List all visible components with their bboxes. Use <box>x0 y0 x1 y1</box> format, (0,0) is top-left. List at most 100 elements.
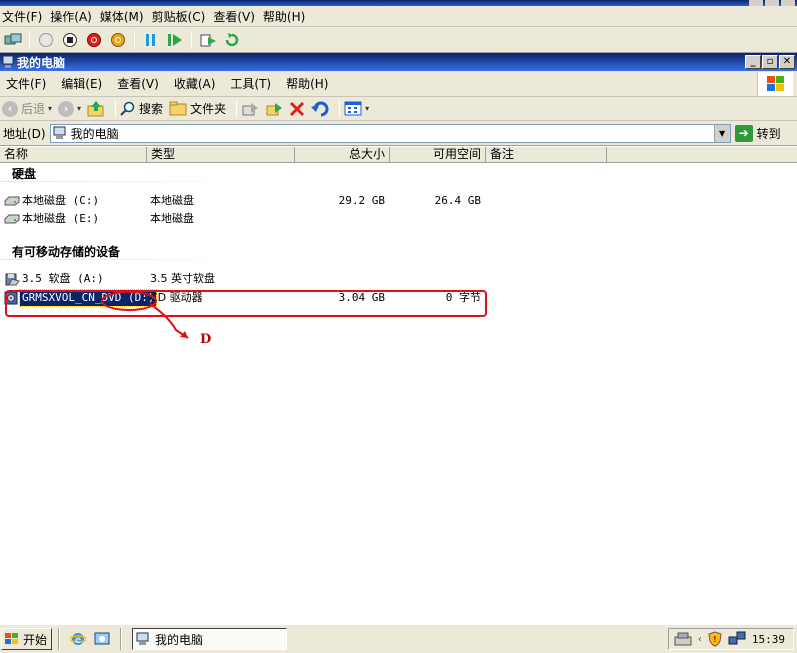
list-item[interactable]: 本地磁盘 (E:) 本地磁盘 <box>0 211 797 227</box>
hard-disk-icon <box>4 196 20 206</box>
move-to-button[interactable] <box>241 101 259 117</box>
drive-type: 本地磁盘 <box>150 212 194 225</box>
drive-name: 本地磁盘 (C:) <box>22 194 100 207</box>
host-menu-action[interactable]: 操作(A) <box>47 8 97 25</box>
up-folder-button[interactable] <box>87 100 105 117</box>
toolbar-separator <box>115 99 117 118</box>
address-input[interactable]: 我的电脑 ▼ <box>49 123 731 143</box>
annotation-label: D <box>200 332 212 347</box>
minimize-button[interactable]: _ <box>745 55 761 69</box>
search-label: 搜索 <box>139 102 164 116</box>
security-shield-icon[interactable]: ! <box>708 631 722 647</box>
close-button[interactable]: ✕ <box>779 55 795 69</box>
shutdown-icon[interactable] <box>84 30 104 50</box>
column-name[interactable]: 名称 <box>0 147 147 162</box>
views-icon <box>344 101 362 116</box>
column-free-space[interactable]: 可用空间 <box>390 147 486 162</box>
group-removable-storage: 有可移动存储的设备 <box>12 245 121 259</box>
toolbar-separator <box>236 99 238 118</box>
windows-logo-icon <box>757 72 793 96</box>
menu-tools[interactable]: 工具(T) <box>224 75 280 92</box>
my-computer-icon <box>136 632 149 645</box>
menu-help[interactable]: 帮助(H) <box>280 75 337 92</box>
folders-button[interactable]: 文件夹 <box>169 100 226 117</box>
host-menu-clipboard[interactable]: 剪贴板(C) <box>149 8 211 25</box>
keyboard-icon[interactable] <box>674 632 692 646</box>
menu-edit[interactable]: 编辑(E) <box>55 75 111 92</box>
drive-name: 3.5 软盘 (A:) <box>22 272 104 285</box>
column-total-size[interactable]: 总大小 <box>295 147 390 162</box>
toolbar-separator <box>339 99 341 118</box>
chevron-down-icon[interactable]: ▼ <box>713 124 730 142</box>
resume-icon[interactable] <box>165 30 185 50</box>
svg-text:e: e <box>75 635 81 646</box>
menu-view[interactable]: 查看(V) <box>111 75 168 92</box>
drive-free-space: 26.4 GB <box>434 194 481 207</box>
copy-to-icon <box>266 102 283 115</box>
delete-icon <box>290 101 305 116</box>
chevron-down-icon[interactable]: ▾ <box>48 104 52 113</box>
start-label: 开始 <box>23 632 48 647</box>
toolbar-separator <box>191 30 192 49</box>
views-button[interactable]: ▾ <box>344 101 369 116</box>
my-computer-icon <box>2 55 14 68</box>
menu-favorites[interactable]: 收藏(A) <box>168 75 225 92</box>
restore-button[interactable]: ▫ <box>762 55 778 69</box>
network-icon[interactable] <box>728 631 746 647</box>
svg-text:!: ! <box>713 635 717 644</box>
start-button[interactable]: 开始 <box>1 628 53 650</box>
address-label: 地址(D) <box>3 126 46 141</box>
internet-explorer-icon[interactable]: e <box>68 629 88 649</box>
start-vm-icon[interactable] <box>36 30 56 50</box>
power-icon[interactable] <box>108 30 128 50</box>
go-arrow-icon: ➔ <box>734 124 753 142</box>
clock: 15:39 <box>751 632 785 646</box>
tray-expand-icon[interactable]: ‹ <box>698 634 702 645</box>
snapshot-icon[interactable] <box>198 30 218 50</box>
window-title: 我的电脑 <box>17 55 66 70</box>
taskbar-separator <box>58 628 61 650</box>
list-item[interactable]: 3.5 软盘 (A:) 3.5 英寸软盘 <box>0 271 797 287</box>
chevron-down-icon[interactable]: ▾ <box>77 104 81 113</box>
host-menu-help[interactable]: 帮助(H) <box>260 8 310 25</box>
host-menu-view[interactable]: 查看(V) <box>210 8 260 25</box>
undo-icon <box>311 101 329 116</box>
menu-file[interactable]: 文件(F) <box>0 75 55 92</box>
file-list[interactable]: 硬盘 本地磁盘 (C:) 本地磁盘 29.2 GB 26.4 GB 本地磁盘 (… <box>0 163 797 623</box>
chevron-down-icon[interactable]: ▾ <box>365 104 369 113</box>
my-computer-icon <box>53 126 66 139</box>
folders-label: 文件夹 <box>190 102 227 116</box>
explorer-titlebar: 我的电脑 _ ▫ ✕ <box>0 53 797 71</box>
undo-button[interactable] <box>311 101 329 117</box>
search-button[interactable]: 搜索 <box>120 100 163 117</box>
show-desktop-icon[interactable] <box>92 629 112 649</box>
explorer-toolbar: ‹ 后退 ▾ › ▾ 搜索 文件夹 ▾ <box>0 97 797 121</box>
go-button[interactable]: ➔ 转到 <box>734 124 781 142</box>
back-button[interactable]: ‹ 后退 ▾ <box>2 100 52 117</box>
move-to-icon <box>242 102 259 115</box>
back-arrow-icon: ‹ <box>2 100 18 117</box>
windows-logo-icon <box>5 633 18 644</box>
toolbar-separator <box>29 30 30 49</box>
column-comments[interactable]: 备注 <box>486 147 607 162</box>
drive-type: 本地磁盘 <box>150 194 194 207</box>
delete-button[interactable] <box>289 101 305 117</box>
host-toolbar <box>0 27 797 53</box>
hard-disk-icon <box>4 214 20 224</box>
ctrl-alt-del-icon[interactable] <box>3 30 23 50</box>
taskbar-separator <box>120 628 123 650</box>
host-menu-file[interactable]: 文件(F) <box>0 8 47 25</box>
host-menu-media[interactable]: 媒体(M) <box>97 8 149 25</box>
group-divider <box>0 259 255 260</box>
list-item[interactable]: 本地磁盘 (C:) 本地磁盘 29.2 GB 26.4 GB <box>0 193 797 209</box>
copy-to-button[interactable] <box>265 101 283 117</box>
forward-arrow-icon: › <box>58 100 75 117</box>
highlight-oval <box>101 291 157 311</box>
group-hard-disks: 硬盘 <box>12 167 37 181</box>
pause-icon[interactable] <box>141 30 161 50</box>
column-type[interactable]: 类型 <box>147 147 295 162</box>
forward-button[interactable]: › ▾ <box>58 100 81 117</box>
turn-off-icon[interactable] <box>60 30 80 50</box>
revert-icon[interactable] <box>222 30 242 50</box>
taskbar-item-my-computer[interactable]: 我的电脑 <box>132 628 288 650</box>
